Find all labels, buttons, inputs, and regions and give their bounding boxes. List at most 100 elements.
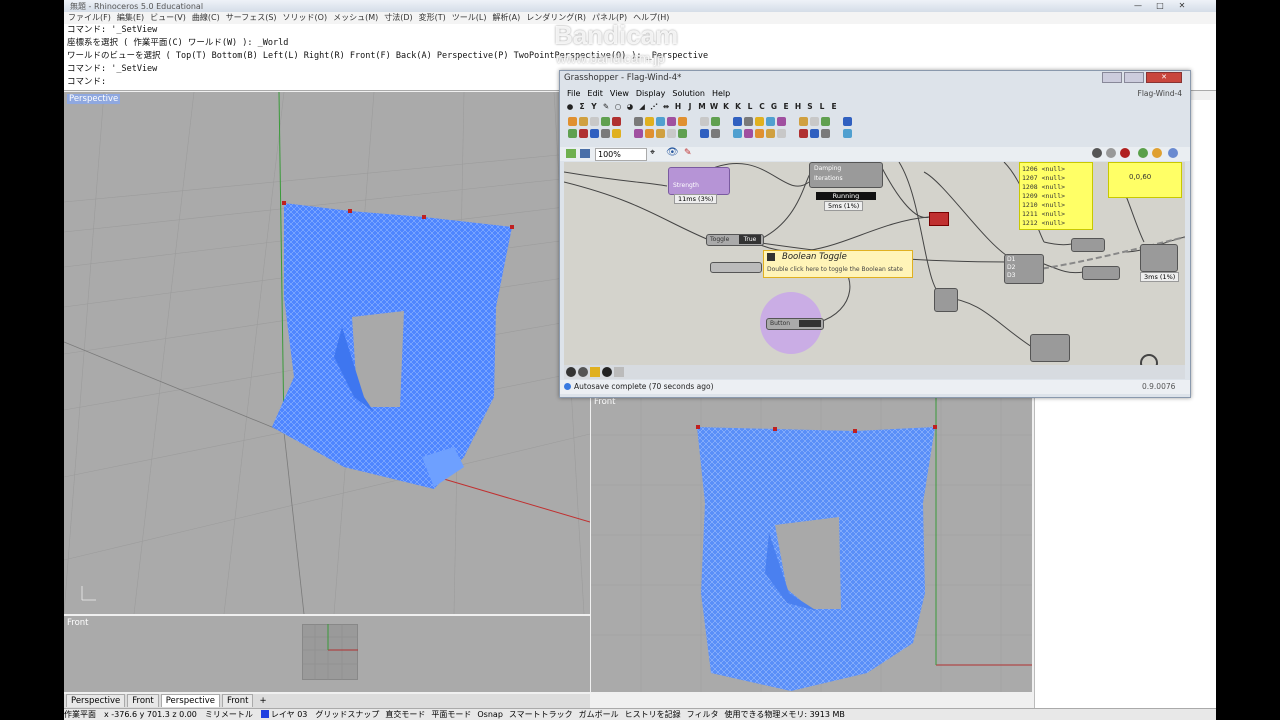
viewport-label-front-small[interactable]: Front: [67, 618, 89, 628]
menu-item[interactable]: サーフェス(S): [226, 13, 277, 22]
maximize-button[interactable]: □: [1152, 1, 1168, 10]
component-tab[interactable]: ⇹: [660, 102, 672, 111]
status-toggle[interactable]: スマートトラック: [509, 710, 573, 719]
data-panel[interactable]: 1206 <null> 1207 <null> 1208 <null> 1209 <n…: [1019, 162, 1093, 230]
component-icon[interactable]: [678, 117, 687, 126]
grasshopper-window[interactable]: Grasshopper - Flag-Wind-4* ✕ File Edit Vie…: [559, 70, 1191, 398]
preview-eye-icon[interactable]: 👁: [666, 147, 679, 158]
component-icon[interactable]: [590, 129, 599, 138]
gh-maximize-button[interactable]: [1124, 72, 1144, 83]
component-icon[interactable]: [612, 117, 621, 126]
component-tab[interactable]: K: [720, 102, 732, 111]
component-icon[interactable]: [777, 117, 786, 126]
component-tab[interactable]: S: [804, 102, 816, 111]
component-icon[interactable]: [821, 129, 830, 138]
gh-menu-item[interactable]: Edit: [587, 89, 603, 98]
zoom-select[interactable]: 100%: [595, 148, 647, 161]
component-icon[interactable]: [568, 117, 577, 126]
component-icon[interactable]: [678, 129, 687, 138]
component-icon[interactable]: [700, 129, 709, 138]
preview-mesh-icon[interactable]: [1152, 148, 1162, 158]
new-doc-icon[interactable]: [566, 149, 576, 158]
component-palette[interactable]: [562, 115, 1187, 145]
component-icon[interactable]: [733, 129, 742, 138]
component-icon[interactable]: [601, 117, 610, 126]
status-toggle[interactable]: Osnap: [477, 710, 503, 719]
component-icon[interactable]: [843, 117, 852, 126]
front-viewport-small[interactable]: Front: [64, 616, 590, 692]
close-button[interactable]: ✕: [1174, 1, 1190, 10]
component-tab[interactable]: W: [708, 102, 720, 111]
component-icon[interactable]: [766, 129, 775, 138]
component-icon[interactable]: [810, 117, 819, 126]
component-icon[interactable]: [645, 129, 654, 138]
status-toggle[interactable]: 平面モード: [431, 710, 471, 719]
component-icon[interactable]: [843, 129, 852, 138]
tab-front-2[interactable]: Front: [221, 694, 254, 707]
component-tab[interactable]: J: [684, 102, 696, 111]
widget-icon[interactable]: [566, 367, 576, 377]
component-icon[interactable]: [667, 117, 676, 126]
component-icon[interactable]: [711, 117, 720, 126]
reset-button-component[interactable]: [929, 212, 949, 226]
component-icon[interactable]: [634, 117, 643, 126]
kangaroo-engine-component[interactable]: Damping Iterations: [809, 162, 883, 188]
gh-menu-item[interactable]: File: [567, 89, 580, 98]
widget-icon[interactable]: [614, 367, 624, 377]
component-tab[interactable]: ○: [612, 102, 624, 111]
param-component[interactable]: [1082, 266, 1120, 280]
component-icon[interactable]: [656, 129, 665, 138]
component-icon[interactable]: [656, 117, 665, 126]
component-icon[interactable]: [568, 129, 577, 138]
gate-component[interactable]: [934, 288, 958, 312]
status-toggle[interactable]: 直交モード: [385, 710, 425, 719]
component-tab[interactable]: L: [744, 102, 756, 111]
menu-item[interactable]: メッシュ(M): [333, 13, 378, 22]
component-icon[interactable]: [601, 129, 610, 138]
button-component[interactable]: Button: [766, 318, 824, 330]
gh-menu-item[interactable]: View: [610, 89, 629, 98]
status-toggle[interactable]: ヒストリを記録: [625, 710, 681, 719]
component-icon[interactable]: [755, 117, 764, 126]
zoom-extents-icon[interactable]: ⌖: [650, 148, 655, 158]
perspective-viewport[interactable]: Perspective: [64, 92, 590, 614]
mesh-component[interactable]: [1030, 334, 1070, 362]
menu-item[interactable]: ソリッド(O): [283, 13, 328, 22]
gh-menu-item[interactable]: Solution: [672, 89, 705, 98]
component-tab[interactable]: H: [792, 102, 804, 111]
gh-minimize-button[interactable]: [1102, 72, 1122, 83]
component-icon[interactable]: [766, 117, 775, 126]
component-tab[interactable]: ◕: [624, 102, 636, 111]
component-icon[interactable]: [799, 129, 808, 138]
component-icon[interactable]: [810, 129, 819, 138]
viewport-label-front[interactable]: Front: [594, 397, 616, 407]
component-icon[interactable]: [821, 117, 830, 126]
component-tab[interactable]: M: [696, 102, 708, 111]
component-tab[interactable]: L: [816, 102, 828, 111]
sketch-icon[interactable]: ✎: [684, 148, 692, 158]
menu-item[interactable]: ツール(L): [452, 13, 487, 22]
menu-item[interactable]: ビュー(V): [150, 13, 186, 22]
preview-wire-icon[interactable]: [1106, 148, 1116, 158]
component-icon[interactable]: [579, 117, 588, 126]
component-icon[interactable]: [711, 129, 720, 138]
add-tab-button[interactable]: +: [255, 695, 270, 707]
component-tab[interactable]: Y: [588, 102, 600, 111]
front-viewport[interactable]: Front: [591, 395, 1032, 692]
component-tab[interactable]: ⋰: [648, 102, 660, 111]
component-tab[interactable]: K: [732, 102, 744, 111]
tab-perspective[interactable]: Perspective: [66, 694, 126, 707]
preview-selected-icon[interactable]: [1138, 148, 1148, 158]
gh-menu-item[interactable]: Help: [712, 89, 730, 98]
menu-item[interactable]: 曲線(C): [192, 13, 220, 22]
strength-component[interactable]: Strength: [668, 167, 730, 195]
pi-component[interactable]: [1071, 238, 1105, 252]
component-tab[interactable]: Σ: [576, 102, 588, 111]
component-tab[interactable]: E: [828, 102, 840, 111]
component-tab[interactable]: C: [756, 102, 768, 111]
component-tab[interactable]: ✎: [600, 102, 612, 111]
component-icon[interactable]: [744, 117, 753, 126]
component-icon[interactable]: [579, 129, 588, 138]
minimize-button[interactable]: —: [1130, 1, 1146, 10]
component-tab[interactable]: E: [780, 102, 792, 111]
